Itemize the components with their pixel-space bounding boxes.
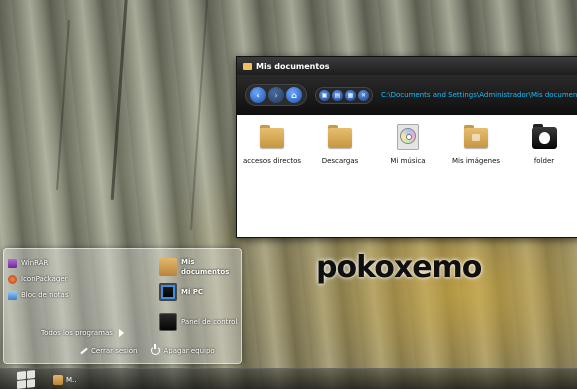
navigation-buttons: ‹ › ⌂ bbox=[245, 84, 307, 106]
power-icon bbox=[151, 344, 161, 355]
explorer-toolbar: ‹ › ⌂ ▣ ▤ ▦ ✕ C:\Documents and Settings\… bbox=[237, 75, 577, 115]
program-item-notepad[interactable]: Bloc de notas bbox=[8, 287, 148, 303]
address-bar[interactable]: C:\Documents and Settings\Administrador\… bbox=[381, 91, 577, 99]
explorer-titlebar[interactable]: Mis documentos bbox=[237, 57, 577, 75]
wood-crack bbox=[56, 20, 70, 190]
program-item-iconpackager[interactable]: IconPackager bbox=[8, 271, 148, 287]
apple-folder-icon bbox=[530, 123, 558, 151]
logoff-label: Cerrar sesión bbox=[91, 346, 138, 355]
folder-icon bbox=[53, 374, 63, 385]
watermark-text: pokoxemo bbox=[316, 250, 482, 285]
file-list: accesos directos Descargas Mi música Mis… bbox=[237, 115, 577, 237]
programs-list: WinRAR IconPackager Bloc de notas Todos … bbox=[8, 255, 148, 340]
notepad-icon bbox=[8, 290, 17, 300]
pictures-folder-icon bbox=[462, 123, 490, 151]
file-item[interactable]: Descargas bbox=[311, 123, 369, 229]
session-buttons: Cerrar sesión Apagar equipo bbox=[80, 344, 215, 355]
places-item-computer[interactable]: Mi PC bbox=[159, 283, 203, 301]
back-arrow-icon[interactable]: ‹ bbox=[250, 87, 266, 103]
computer-icon bbox=[159, 283, 177, 301]
program-item-winrar[interactable]: WinRAR bbox=[8, 255, 148, 271]
folder-icon bbox=[258, 123, 286, 151]
logoff-button[interactable]: Cerrar sesión bbox=[80, 346, 137, 355]
taskbar-item[interactable]: M.. bbox=[51, 372, 81, 387]
view-buttons: ▣ ▤ ▦ ✕ bbox=[315, 86, 373, 104]
all-programs-label: Todos los programas bbox=[41, 329, 113, 337]
all-programs-button[interactable]: Todos los programas bbox=[41, 329, 124, 337]
window-title: Mis documentos bbox=[256, 61, 330, 71]
copy-icon[interactable]: ▣ bbox=[319, 89, 330, 101]
forward-arrow-icon[interactable]: › bbox=[268, 87, 284, 103]
file-item[interactable]: Mis imágenes bbox=[447, 123, 505, 229]
file-item[interactable]: Mi música bbox=[379, 123, 437, 229]
shutdown-button[interactable]: Apagar equipo bbox=[151, 344, 215, 355]
taskbar-item-label: M.. bbox=[66, 375, 77, 384]
file-item[interactable]: folder bbox=[515, 123, 573, 229]
windows-logo-icon[interactable] bbox=[17, 370, 35, 389]
program-label: WinRAR bbox=[21, 259, 49, 267]
iconpackager-icon bbox=[8, 274, 17, 284]
file-label: Descargas bbox=[321, 157, 359, 165]
places-label: Mi PC bbox=[181, 288, 204, 296]
documents-folder-icon bbox=[159, 258, 177, 276]
control-panel-icon bbox=[159, 313, 177, 331]
places-item-documents[interactable]: Mis documentos bbox=[159, 257, 239, 277]
music-file-icon bbox=[394, 123, 422, 151]
file-item[interactable]: accesos directos bbox=[243, 123, 301, 229]
home-icon[interactable]: ⌂ bbox=[286, 87, 302, 103]
winrar-icon bbox=[8, 258, 17, 268]
places-item-control-panel[interactable]: Panel de control bbox=[159, 313, 237, 331]
start-menu: WinRAR IconPackager Bloc de notas Todos … bbox=[3, 248, 242, 364]
file-label: Mis imágenes bbox=[451, 157, 501, 165]
wood-crack bbox=[110, 0, 129, 200]
explorer-window: Mis documentos ‹ › ⌂ ▣ ▤ ▦ ✕ C:\Document… bbox=[236, 56, 577, 238]
arrow-right-icon bbox=[118, 329, 124, 337]
file-label: accesos directos bbox=[242, 157, 302, 165]
folder-icon bbox=[326, 123, 354, 151]
wood-crack bbox=[189, 0, 209, 230]
file-label: folder bbox=[533, 157, 555, 165]
shutdown-label: Apagar equipo bbox=[163, 346, 215, 355]
program-label: Bloc de notas bbox=[21, 291, 69, 299]
folder-icon bbox=[243, 62, 252, 70]
views-icon[interactable]: ▦ bbox=[345, 89, 356, 101]
logoff-icon bbox=[80, 347, 88, 355]
places-label: Mis documentos bbox=[181, 258, 230, 276]
file-label: Mi música bbox=[390, 157, 426, 165]
program-label: IconPackager bbox=[21, 275, 68, 283]
delete-icon[interactable]: ✕ bbox=[358, 89, 369, 101]
taskbar: M.. bbox=[0, 368, 577, 389]
places-label: Panel de control bbox=[181, 318, 238, 326]
move-icon[interactable]: ▤ bbox=[332, 89, 343, 101]
